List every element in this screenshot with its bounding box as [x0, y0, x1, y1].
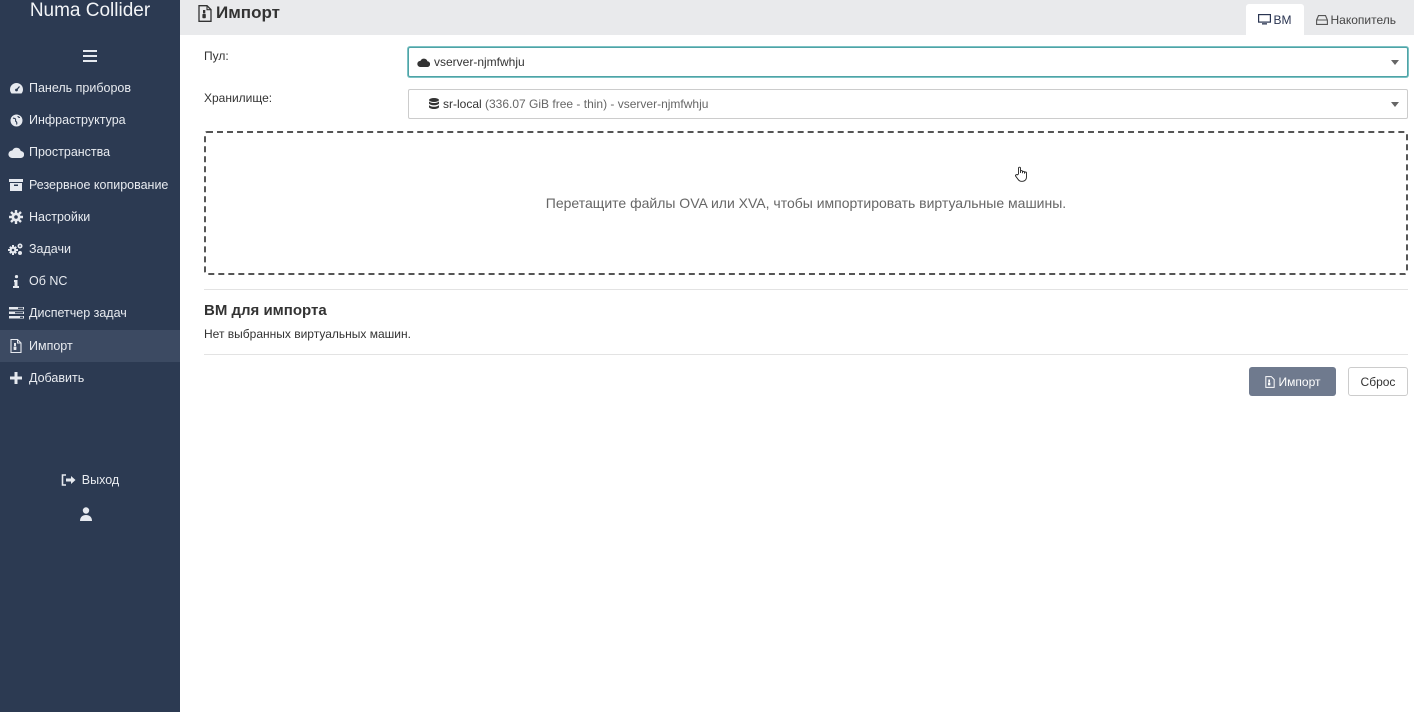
sidebar-item-label: Импорт [29, 338, 73, 353]
hamburger-icon [83, 50, 97, 62]
tasks-icon [8, 305, 24, 321]
sidebar-item-label: Настройки [29, 209, 91, 224]
import-type-tabs: ВМ Накопитель [1245, 4, 1409, 35]
menu-toggle[interactable] [0, 50, 180, 66]
sidebar-item-label: Пространства [29, 145, 111, 160]
page-header: Импорт ВМ Накопитель [180, 0, 1414, 35]
storage-name: sr-local [443, 97, 482, 111]
file-import-icon [1264, 375, 1275, 388]
page-title: Импорт [198, 3, 280, 23]
reset-button[interactable]: Сброс [1348, 367, 1408, 396]
info-icon [8, 273, 24, 289]
sidebar-item-label: Инфраструктура [29, 113, 126, 128]
sidebar-item-label: Диспетчер задач [29, 306, 127, 321]
sidebar-item-infrastructure[interactable]: Инфраструктура [0, 104, 180, 136]
globe-icon [8, 112, 24, 128]
tab-label: ВМ [1273, 12, 1292, 27]
file-import-icon [8, 338, 24, 354]
tab-vm[interactable]: ВМ [1245, 4, 1304, 35]
monitor-icon [1257, 14, 1271, 25]
cogs-icon [8, 241, 24, 257]
pool-value: vserver-njmfwhju [434, 55, 525, 69]
sidebar-item-jobs[interactable]: Задачи [0, 233, 180, 265]
import-button-label: Импорт [1278, 374, 1321, 389]
drive-icon [1315, 14, 1328, 25]
storage-select[interactable]: sr-local (336.07 GiB free - thin) - vser… [408, 89, 1408, 119]
dropzone-text: Перетащите файлы OVA или XVA, чтобы импо… [545, 195, 1067, 211]
pool-label: Пул: [204, 49, 229, 63]
sidebar-item-spaces[interactable]: Пространства [0, 136, 180, 168]
chevron-down-icon [1391, 60, 1399, 65]
sign-out-icon [61, 474, 76, 486]
plus-icon [8, 370, 24, 386]
sidebar-item-dashboard[interactable]: Панель приборов [0, 72, 180, 104]
archive-icon [8, 177, 24, 193]
sidebar-item-add[interactable]: Добавить [0, 362, 180, 394]
storage-label: Хранилище: [204, 91, 273, 105]
sidebar-item-label: Резервное копирование [29, 177, 169, 192]
gear-icon [8, 209, 24, 225]
chevron-down-icon [1391, 102, 1399, 107]
sidebar-item-import[interactable]: Импорт [0, 329, 180, 362]
tab-label: Накопитель [1330, 12, 1397, 27]
sidebar-item-about[interactable]: Об NC [0, 265, 180, 297]
sidebar-item-label: Добавить [29, 370, 85, 385]
sidebar-item-task-manager[interactable]: Диспетчер задач [0, 297, 180, 329]
vms-section-title: ВМ для импорта [204, 302, 327, 319]
import-button[interactable]: Импорт [1249, 367, 1336, 396]
divider [204, 289, 1408, 290]
vms-empty-text: Нет выбранных виртуальных машин. [204, 327, 411, 341]
sidebar-item-label: Об NC [29, 274, 68, 289]
reset-button-label: Сброс [1360, 374, 1396, 389]
storage-detail: (336.07 GiB free - thin) - vserver-njmfw… [485, 97, 709, 111]
user-icon[interactable] [80, 507, 92, 526]
file-import-icon [198, 4, 212, 22]
dashboard-icon [8, 80, 24, 96]
page-title-text: Импорт [216, 3, 280, 22]
logout-label: Выход [81, 473, 120, 487]
logout-button[interactable]: Выход [0, 473, 180, 487]
sidebar-item-label: Задачи [29, 242, 71, 257]
hand-pointer-icon [1014, 166, 1028, 187]
sidebar-item-backup[interactable]: Резервное копирование [0, 169, 180, 201]
cloud-icon [417, 58, 430, 67]
file-dropzone[interactable]: Перетащите файлы OVA или XVA, чтобы импо… [204, 131, 1408, 275]
sidebar: Numa Collider Панель приборов Инфраструк… [0, 0, 180, 712]
sidebar-nav: Панель приборов Инфраструктура Пространс… [0, 72, 180, 394]
database-icon [429, 98, 439, 110]
pool-select[interactable]: vserver-njmfwhju [408, 47, 1408, 77]
tab-drive[interactable]: Накопитель [1304, 4, 1409, 35]
cloud-icon [8, 144, 24, 160]
divider [204, 354, 1408, 355]
sidebar-item-settings[interactable]: Настройки [0, 201, 180, 233]
sidebar-item-label: Панель приборов [29, 81, 132, 96]
brand-title: Numa Collider [29, 0, 151, 21]
